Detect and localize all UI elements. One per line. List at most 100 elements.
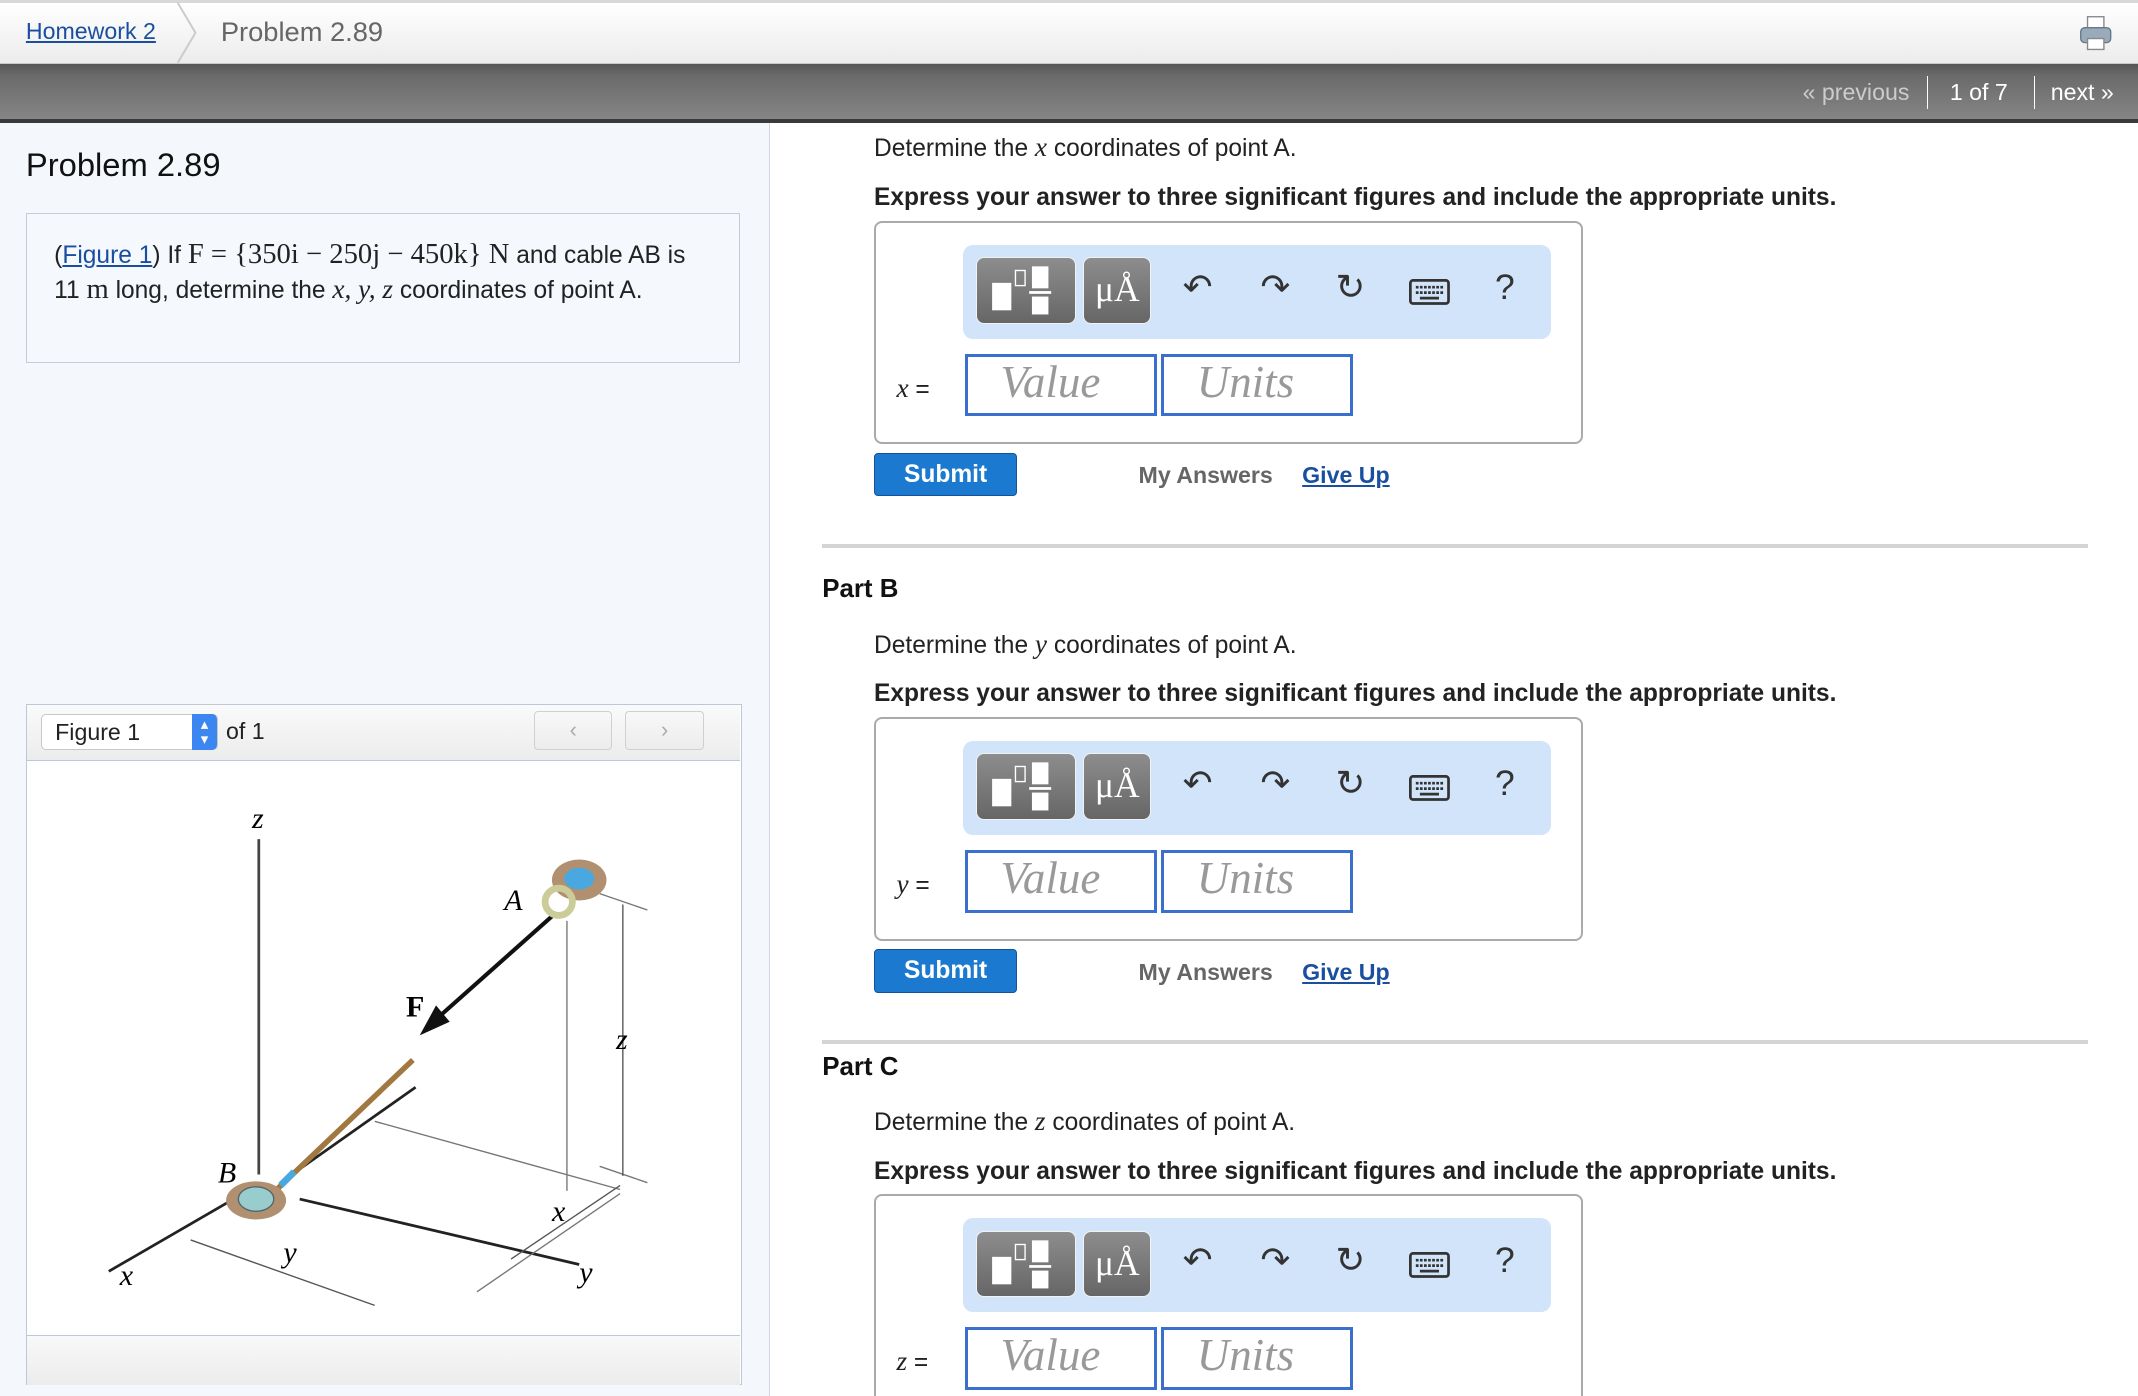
my-answers-link[interactable]: My Answers — [1139, 959, 1273, 986]
breadcrumb-homework-link[interactable]: Homework 2 — [26, 18, 156, 45]
figure-link[interactable]: Figure 1 — [62, 242, 152, 269]
variable-label: z = — [896, 1346, 928, 1377]
part-instruction: Express your answer to three significant… — [874, 184, 1837, 212]
keyboard-icon[interactable] — [1409, 1252, 1451, 1279]
prompt-text: Determine the — [874, 631, 1029, 659]
redo-icon[interactable]: ↷ — [1261, 1240, 1291, 1281]
problem-count: 1 of 7 — [1949, 79, 2008, 106]
answer-box: μÅ ↶ ↷ ↻ ? x = Value Units — [874, 220, 1584, 445]
answer-box: μÅ ↶ ↷ ↻ ? z = Value Units — [874, 1194, 1584, 1396]
math-toolbar: μÅ ↶ ↷ ↻ ? — [963, 1218, 1551, 1313]
fraction-template-icon — [991, 1239, 1051, 1288]
math-toolbar: μÅ ↶ ↷ ↻ ? — [963, 244, 1551, 339]
help-icon[interactable]: ? — [1495, 763, 1515, 804]
figure-next-button[interactable]: › — [625, 711, 704, 751]
part-prompt: Determine the z coordinates of point A. — [874, 1106, 1295, 1137]
reset-icon[interactable]: ↻ — [1336, 1240, 1366, 1281]
label-y-axis: y — [576, 1257, 593, 1290]
prompt-text: Determine the — [874, 135, 1029, 163]
part-label: Part B — [822, 575, 899, 604]
chevron-updown-icon: ▴ ▾ — [191, 714, 218, 750]
undo-icon[interactable]: ↶ — [1183, 267, 1213, 308]
force-arrow — [431, 911, 558, 1024]
figure-select-value: Figure 1 — [55, 719, 141, 746]
my-answers-link[interactable]: My Answers — [1139, 462, 1273, 489]
breadcrumb-separator — [176, 2, 197, 63]
prompt-text: y — [896, 869, 909, 900]
previous-link[interactable]: « previous — [1803, 79, 1910, 106]
help-icon[interactable]: ? — [1495, 1240, 1515, 1281]
help-icon[interactable]: ? — [1495, 267, 1515, 308]
redo-icon[interactable]: ↷ — [1261, 267, 1291, 308]
give-up-link[interactable]: Give Up — [1302, 462, 1390, 489]
problem-statement: (Figure 1) If F = {350i − 250j − 450k} N… — [25, 212, 741, 363]
figure-footer — [26, 1334, 741, 1385]
undo-icon[interactable]: ↶ — [1183, 1240, 1213, 1281]
value-input[interactable]: Value — [964, 1327, 1157, 1391]
label-F: F — [406, 991, 424, 1024]
force-vector: F = {350i − 250j − 450k} N — [187, 238, 510, 271]
keyboard-icon[interactable] — [1409, 278, 1451, 306]
part-divider — [822, 544, 2088, 549]
part-instruction: Express your answer to three significant… — [874, 680, 1837, 708]
unit: m — [86, 272, 109, 305]
y-axis — [299, 1198, 580, 1267]
give-up-link[interactable]: Give Up — [1302, 959, 1390, 986]
part-instruction: Express your answer to three significant… — [874, 1157, 1837, 1185]
value-input[interactable]: Value — [964, 353, 1157, 417]
next-link[interactable]: next » — [2051, 79, 2114, 106]
templates-button[interactable] — [975, 753, 1077, 821]
part-prompt: Determine the y coordinates of point A. — [874, 629, 1297, 660]
submit-button[interactable]: Submit — [874, 948, 1018, 993]
math-toolbar: μÅ ↶ ↷ ↻ ? — [963, 741, 1551, 836]
prompt-text: = — [913, 1349, 929, 1377]
units-button[interactable]: μÅ — [1083, 753, 1152, 821]
label-dim-z: z — [615, 1024, 628, 1057]
page: Homework 2 Problem 2.89 « previous 1 of … — [0, 0, 2138, 1396]
value-input[interactable]: Value — [964, 850, 1157, 913]
statement-text: If — [167, 242, 181, 270]
problem-title: Problem 2.89 — [25, 145, 221, 183]
variables: x, y, z — [332, 273, 393, 304]
submit-button[interactable]: Submit — [874, 452, 1018, 497]
label-dim-y: y — [280, 1236, 297, 1269]
figure-image: z x y A B F z x y — [108, 803, 648, 1307]
units-input[interactable]: Units — [1160, 1327, 1354, 1391]
variable: x — [1034, 132, 1048, 163]
breadcrumb-current: Problem 2.89 — [220, 16, 384, 48]
variable-label: y = — [896, 869, 929, 900]
prompt-text: = — [915, 375, 930, 403]
fraction-template-icon — [991, 762, 1051, 811]
label-dim-x: x — [551, 1195, 566, 1228]
part-label: Part C — [822, 1052, 899, 1081]
divider — [2034, 76, 2036, 110]
units-button[interactable]: μÅ — [1083, 256, 1152, 324]
keyboard-icon[interactable] — [1409, 775, 1451, 802]
part-prompt: Determine the x coordinates of point A. — [874, 132, 1297, 163]
prompt-text: x — [896, 372, 909, 403]
printer-icon[interactable] — [2078, 14, 2113, 52]
templates-button[interactable] — [975, 1230, 1077, 1298]
divider — [1926, 76, 1928, 110]
figure-select[interactable]: Figure 1 ▴ ▾ — [40, 714, 218, 750]
units-input[interactable]: Units — [1160, 850, 1354, 913]
figure-count: of 1 — [225, 718, 265, 745]
label-A: A — [502, 884, 523, 917]
part-divider — [822, 1040, 2088, 1045]
prompt-text: coordinates of point A. — [1053, 135, 1297, 163]
reset-icon[interactable]: ↻ — [1336, 267, 1366, 308]
figure-header: Figure 1 ▴ ▾ of 1 ‹ › — [26, 704, 741, 762]
fraction-template-icon — [991, 266, 1051, 315]
units-button[interactable]: μÅ — [1083, 1230, 1152, 1298]
statement-text: coordinates of point A. — [399, 276, 643, 304]
templates-button[interactable] — [975, 256, 1077, 324]
answer-box: μÅ ↶ ↷ ↻ ? y = Value Units — [874, 717, 1584, 941]
prompt-text: coordinates of point A. — [1053, 631, 1297, 659]
reset-icon[interactable]: ↻ — [1336, 763, 1366, 804]
units-input[interactable]: Units — [1160, 353, 1354, 417]
undo-icon[interactable]: ↶ — [1183, 763, 1213, 804]
figure-prev-button[interactable]: ‹ — [534, 711, 613, 751]
redo-icon[interactable]: ↷ — [1261, 763, 1291, 804]
prompt-text: = — [915, 872, 930, 900]
prompt-text: coordinates of point A. — [1052, 1108, 1296, 1136]
